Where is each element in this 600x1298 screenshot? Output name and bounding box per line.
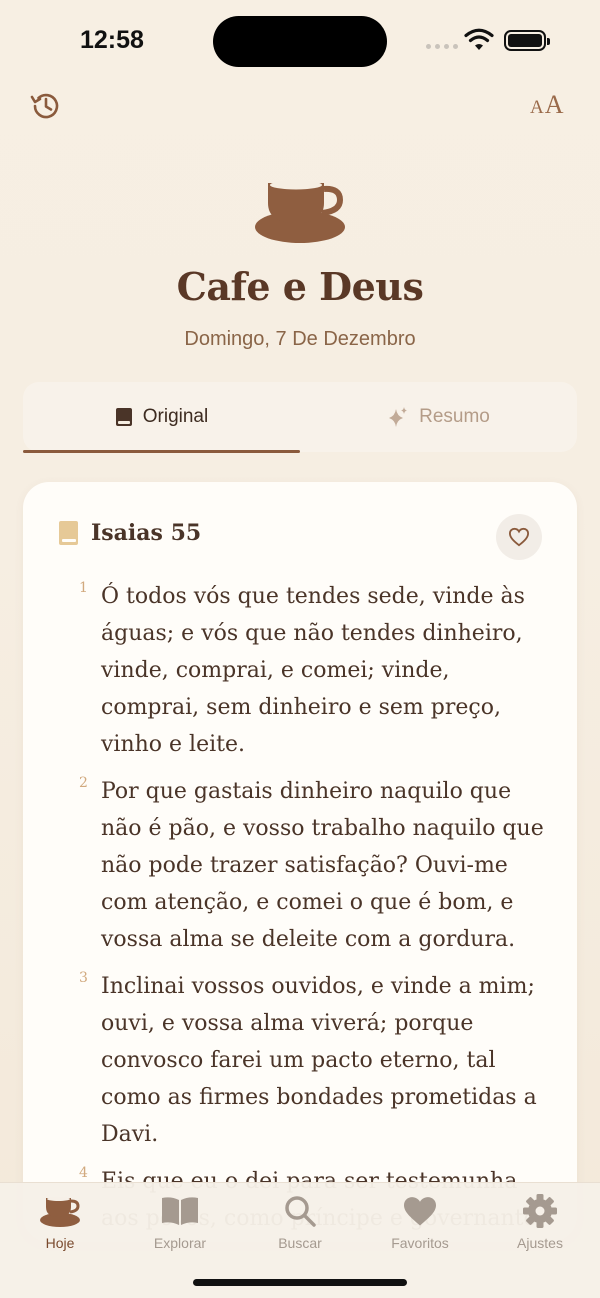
font-size-large-a: A	[544, 90, 565, 119]
font-size-button[interactable]: AA	[530, 90, 565, 120]
tabbar-label: Explorar	[153, 1235, 207, 1251]
heart-icon	[404, 1197, 436, 1226]
tab-original-label: Original	[142, 406, 209, 427]
battery-icon	[504, 30, 550, 51]
verse-item[interactable]: 2 Por que gastais dinheiro naquilo que n…	[73, 773, 553, 958]
book-icon	[59, 521, 78, 545]
search-icon	[285, 1196, 316, 1227]
date-label: Domingo, 7 De Dezembro	[184, 328, 416, 350]
status-time: 12:58	[80, 26, 144, 54]
status-bar: 12:58	[0, 0, 600, 80]
tabbar-item-buscar[interactable]: Buscar	[240, 1191, 360, 1251]
active-tab-indicator	[23, 450, 300, 453]
tab-original[interactable]: Original	[23, 382, 300, 452]
tabbar-label: Ajustes	[517, 1235, 563, 1251]
verse-text: Inclinai vossos ouvidos, e vinde a mim; …	[101, 974, 537, 1147]
view-mode-tabs: Original Resumo	[23, 382, 577, 452]
verse-number: 1	[79, 580, 88, 596]
chapter-header: Isaias 55	[58, 520, 201, 546]
sparkle-icon	[389, 407, 408, 427]
home-indicator[interactable]	[193, 1279, 407, 1286]
app-title: Cafe e Deus	[176, 264, 424, 309]
history-icon	[30, 93, 59, 119]
tab-resumo[interactable]: Resumo	[300, 382, 577, 452]
verse-number: 4	[79, 1165, 88, 1181]
verse-number: 3	[79, 970, 88, 986]
tabbar-label: Buscar	[278, 1235, 322, 1251]
font-size-small-a: A	[530, 97, 545, 118]
verse-item[interactable]: 3 Inclinai vossos ouvidos, e vinde a mim…	[73, 968, 553, 1153]
tabbar-item-explorar[interactable]: Explorar	[120, 1191, 240, 1251]
verse-list: 1 Ó todos vós que tendes sede, vinde às …	[73, 578, 553, 1242]
tab-resumo-label: Resumo	[419, 406, 490, 427]
chapter-title: Isaias 55	[91, 520, 202, 546]
verse-item[interactable]: 1 Ó todos vós que tendes sede, vinde às …	[73, 578, 553, 763]
favorite-button[interactable]	[496, 514, 542, 560]
tabbar-item-hoje[interactable]: Hoje	[0, 1191, 120, 1251]
verse-number: 2	[79, 775, 88, 791]
tabbar-item-ajustes[interactable]: Ajustes	[480, 1191, 600, 1251]
cellular-signal-icon	[426, 44, 458, 49]
coffee-cup-icon	[255, 180, 345, 243]
heart-outline-icon	[508, 527, 530, 547]
coffee-cup-icon	[40, 1197, 80, 1227]
chapter-card: Isaias 55 1 Ó todos vós que tendes sede,…	[23, 482, 577, 1242]
tabbar-label: Hoje	[45, 1235, 75, 1251]
gear-icon	[523, 1194, 557, 1228]
tabbar-item-favoritos[interactable]: Favoritos	[360, 1191, 480, 1251]
dynamic-island	[213, 16, 387, 67]
tabbar-label: Favoritos	[391, 1235, 449, 1251]
verse-text: Ó todos vós que tendes sede, vinde às ág…	[101, 584, 525, 757]
open-book-icon	[162, 1197, 198, 1225]
book-icon	[115, 408, 132, 426]
history-button[interactable]	[28, 88, 64, 129]
wifi-icon	[464, 28, 494, 50]
verse-text: Por que gastais dinheiro naquilo que não…	[101, 779, 544, 952]
